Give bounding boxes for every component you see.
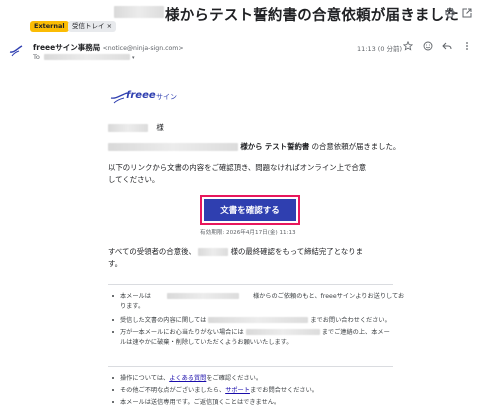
footer-item-1: 操作については、よくある質問をご確認ください。	[112, 374, 397, 384]
footer-text: 本メールは送信専用です。ご返信頂くことはできません。	[120, 399, 281, 406]
completion-line-2: す。	[108, 259, 123, 268]
more-options-icon[interactable]	[461, 40, 473, 52]
sender-email: <notice@ninja-sign.com>	[102, 45, 184, 52]
footer-list: 操作については、よくある質問をご確認ください。 その他ご不明な点がございましたら…	[112, 374, 397, 408]
confirm-document-button[interactable]: 文書を確認する	[204, 199, 296, 221]
message-time: 11:13 (0 分前)	[357, 45, 403, 53]
support-link[interactable]: サポート	[225, 387, 250, 394]
completion-line-1: すべての受領者の合意後、 様の最終確認をもって締結完了となりま	[108, 246, 363, 258]
sender-name: freeeサイン事務局	[33, 43, 101, 52]
subject-redacted	[114, 6, 164, 18]
salutation: 様	[156, 123, 164, 132]
note-text: 受信した文書の内容に関しては	[120, 317, 207, 324]
sender-name-redacted	[198, 248, 229, 256]
bullet	[112, 331, 114, 333]
instruction-line-1: 以下のリンクから文書の内容をご確認頂き、問題なければオンライン上で合意	[108, 163, 367, 172]
chevron-down-icon[interactable]: ▾	[132, 55, 135, 61]
recipient-redacted	[43, 54, 130, 60]
note-item-1-cont: ります。	[112, 302, 397, 312]
print-icon[interactable]	[443, 6, 457, 20]
completion-part-a: すべての受領者の合意後、	[108, 247, 196, 256]
salutation-line: 様	[108, 122, 164, 134]
footer-text: をご確認ください。	[206, 375, 263, 382]
to-label: To	[33, 53, 40, 61]
footer-text: その他ご不明な点がございましたら、	[120, 387, 226, 394]
bullet	[112, 319, 114, 321]
completion-part-b: 様の最終確認をもって締結完了となりま	[230, 247, 364, 256]
divider-1	[108, 284, 393, 285]
sender-avatar	[9, 43, 23, 57]
emoji-icon[interactable]	[422, 40, 434, 52]
faq-link[interactable]: よくある質問	[169, 375, 206, 382]
footer-item-2: その他ご不明な点がございましたら、サポートまでお問合せください。	[112, 386, 397, 396]
reply-icon[interactable]	[441, 40, 453, 52]
document-name: テスト誓約書	[264, 142, 310, 151]
sender-company-redacted	[108, 143, 238, 151]
sender-redacted	[166, 293, 239, 299]
recipient-name-redacted	[108, 124, 148, 132]
star-icon[interactable]	[402, 40, 414, 52]
bullet	[112, 295, 114, 297]
note-text: 万が一本メールにお心当たりがない場合には	[120, 329, 244, 336]
note-text: 本メールは	[120, 293, 151, 300]
bullet	[112, 389, 114, 391]
bullet	[112, 401, 114, 403]
note-item-3-cont: ルは速やかに破棄・削除していただくようお願いいたします。	[112, 338, 397, 348]
note-text: ルは速やかに破棄・削除していただくようお願いいたします。	[120, 339, 293, 346]
expiry-date: 有効期限: 2026年4月17日(金) 11:13	[200, 230, 296, 236]
sender-suffix: 様から	[240, 142, 263, 151]
email-subject: 様からテスト誓約書の合意依頼が届きました	[165, 8, 459, 24]
note-item-1: 本メールは 様からのご依頼のもと、freeeサインよりお送りしてお	[112, 292, 404, 302]
sender-line[interactable]: freeeサイン事務局 <notice@ninja-sign.com>	[33, 42, 184, 53]
note-list: 本メールは 様からのご依頼のもと、freeeサインよりお送りしてお ります。 受信…	[112, 292, 404, 348]
instruction-line-2: してください。	[108, 175, 160, 184]
note-item-3: 万が一本メールにお心当たりがない場合には までご連絡の上、本メー	[112, 328, 397, 338]
note-text: までお問い合わせください。	[310, 317, 391, 324]
recipient-line[interactable]: To ▾	[33, 53, 135, 61]
intro-line: 様から テスト誓約書 の合意依頼が届きました。	[108, 141, 400, 153]
contact-redacted	[245, 329, 320, 335]
intro-tail: の合意依頼が届きました。	[311, 142, 401, 151]
label-inbox[interactable]: 受信トレイ ×	[68, 21, 117, 32]
freee-sign-logo: freee サイン	[110, 90, 190, 106]
footer-item-3: 本メールは送信専用です。ご返信頂くことはできません。	[112, 398, 397, 408]
open-in-new-window-icon[interactable]	[460, 6, 474, 20]
footer-text: 操作については、	[120, 375, 170, 382]
confirm-document-button-highlight: 文書を確認する	[200, 195, 300, 225]
divider-2	[108, 366, 393, 367]
note-text: までご連絡の上、本メー	[321, 329, 390, 336]
note-text: 様からのご依頼のもと、freeeサインよりお送りしてお	[252, 293, 405, 300]
label-external[interactable]: External	[30, 21, 69, 32]
bullet	[112, 377, 114, 379]
logo-text: freee	[126, 90, 156, 101]
contact-redacted	[208, 317, 309, 323]
footer-text: までお問合せください。	[249, 387, 318, 394]
note-text: ります。	[120, 303, 145, 310]
logo-sub: サイン	[156, 93, 177, 101]
note-item-2: 受信した文書の内容に関しては までお問い合わせください。	[112, 316, 397, 326]
